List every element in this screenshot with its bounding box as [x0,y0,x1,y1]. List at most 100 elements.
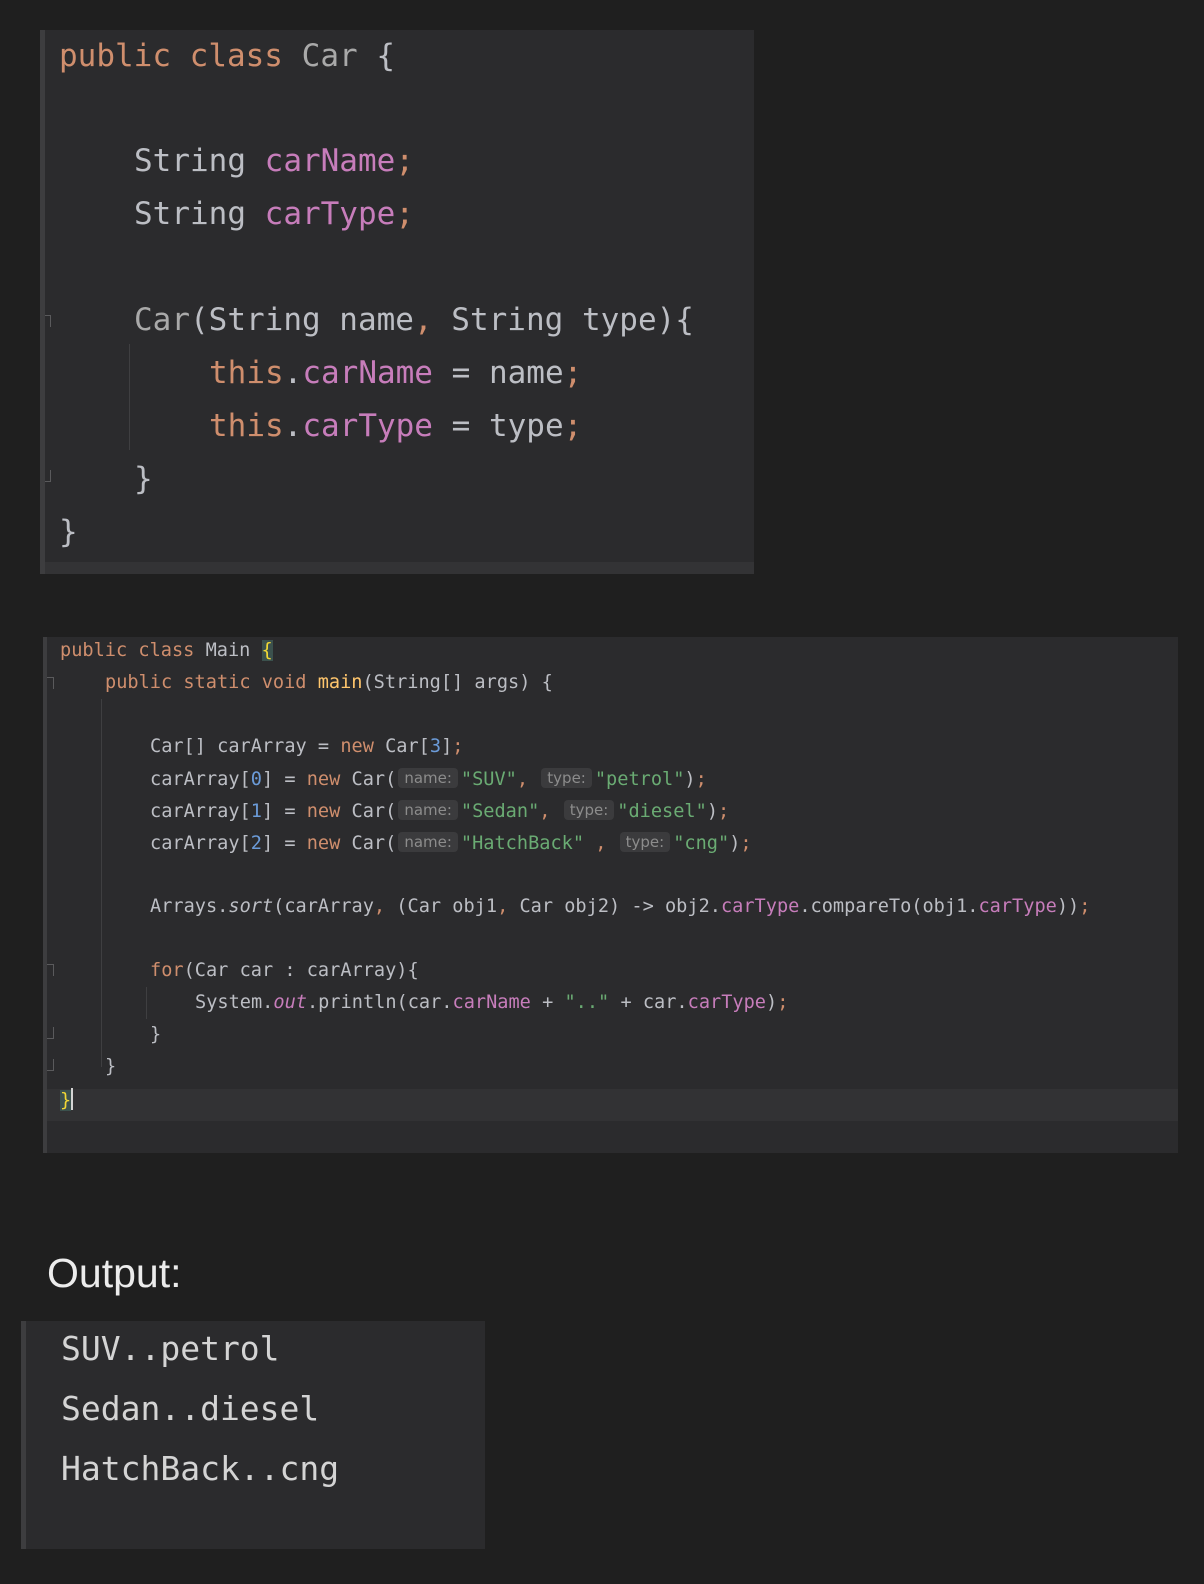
number: 2 [250,833,262,854]
fold-end-marker-icon[interactable] [47,1059,54,1071]
dot: . [283,355,303,391]
indent-guide [129,344,130,450]
brace: } [134,461,153,497]
code-line-11: for(Car car : carArray){ [150,960,419,981]
code-line-13: } [150,1024,161,1045]
brace: } [150,1024,162,1045]
fold-marker-icon[interactable] [47,677,54,689]
fold-end-marker-icon[interactable] [47,1027,54,1039]
assignment: = name [432,355,564,391]
code-text: Car obj2) -> obj2. [508,896,721,917]
code-text: ) [729,833,741,854]
keyword: this [209,355,284,391]
code-text: (Car car : carArray){ [183,960,419,981]
string-literal: "diesel" [617,801,707,822]
current-line-highlight [47,1089,1178,1121]
code-line-3: String carName; [134,143,414,179]
output-line: SUV..petrol [61,1329,280,1368]
code-line-2: public static void main(String[] args) { [105,672,553,693]
params: String type){ [432,302,694,338]
code-line-7: carArray[2] = new Car(name: "HatchBack" ,… [150,832,752,854]
code-text: (Car obj1 [385,896,498,917]
code-line-15[interactable]: } [60,1088,74,1111]
comma: , [539,801,551,822]
code-text: carArray[ [150,833,251,854]
string-literal: "Sedan" [460,801,540,822]
code-line-9: } [134,461,153,497]
code-line-14: } [105,1056,116,1077]
code-line-6: Car(String name, String type){ [134,302,694,338]
code-line-12: System.out.println(car.carName + ".." + … [195,992,788,1013]
horizontal-scrollbar[interactable] [45,562,754,574]
code-text: System. [195,992,274,1013]
code-text: carArray[ [150,801,251,822]
dot: . [283,408,303,444]
field-name: carName [302,355,433,391]
semicolon: ; [777,992,789,1013]
keyword: for [150,960,184,981]
car-class-code-block: public class Car { String carName; Strin… [40,30,754,574]
params: (String name [190,302,414,338]
field-name: carName [264,143,396,179]
code-text: + [530,992,565,1013]
code-text: ) [706,801,719,822]
code-text: + car. [609,992,688,1013]
keyword: public static void [105,672,307,693]
string-literal: "petrol" [594,769,685,790]
text-cursor [71,1088,74,1110]
code-text: ] = [261,769,307,790]
code-line-4: String carType; [134,196,414,232]
comma: , [516,769,529,790]
parameter-hint: type: [541,768,592,788]
number: 0 [250,769,262,790]
semicolon: ; [395,196,414,232]
code-text: Arrays. [150,896,229,917]
code-line-5: carArray[0] = new Car(name: "SUV", type: "… [150,768,707,790]
comma: , [497,896,509,917]
comma: , [584,833,607,854]
number: 3 [429,736,442,757]
code-text: .println(car. [306,992,453,1013]
indent-guide [101,699,102,1067]
semicolon: ; [718,801,730,822]
semicolon: ; [563,408,583,444]
fold-marker-icon[interactable] [45,315,51,327]
code-text: Car[ [373,736,430,757]
code-text: ) [684,769,696,790]
field-name: carType [264,196,396,232]
parameter-hint: type: [563,800,615,820]
fold-end-marker-icon[interactable] [45,470,51,482]
code-line-1: public class Main { [60,640,273,661]
semicolon: ; [452,736,464,757]
field-name: carType [302,408,433,444]
parameter-hint: name: [398,800,458,820]
code-text: .compareTo(obj1. [799,896,979,917]
fold-marker-icon[interactable] [47,964,54,976]
brace: } [105,1056,117,1077]
field-name: carType [720,896,800,917]
parameter-hint: name: [398,832,458,852]
method-name: main [317,672,363,693]
params: (String[] args) { [362,672,553,693]
comma: , [373,896,386,917]
code-text: ] [441,736,453,757]
code-text: Car( [340,801,397,822]
string-literal: ".." [564,992,610,1013]
keyword: this [209,408,284,444]
string-literal: "cng" [673,833,730,854]
type: String [134,196,246,232]
code-line-10: } [59,514,78,550]
string-literal: "HatchBack" [460,833,585,854]
assignment: = type [432,408,564,444]
code-text: Car[] carArray = [150,736,341,757]
code-text: (carArray [273,896,374,917]
keyword: public [59,38,171,74]
main-class-code-block: public class Main { public static void m… [43,637,1178,1153]
semicolon: ; [740,833,752,854]
code-text: ) [766,992,778,1013]
comma: , [413,302,433,338]
matched-brace: } [60,1090,72,1111]
code-text: carArray[ [150,769,251,790]
output-line: HatchBack..cng [61,1449,340,1488]
code-line-6: carArray[1] = new Car(name: "Sedan", type… [150,800,729,822]
